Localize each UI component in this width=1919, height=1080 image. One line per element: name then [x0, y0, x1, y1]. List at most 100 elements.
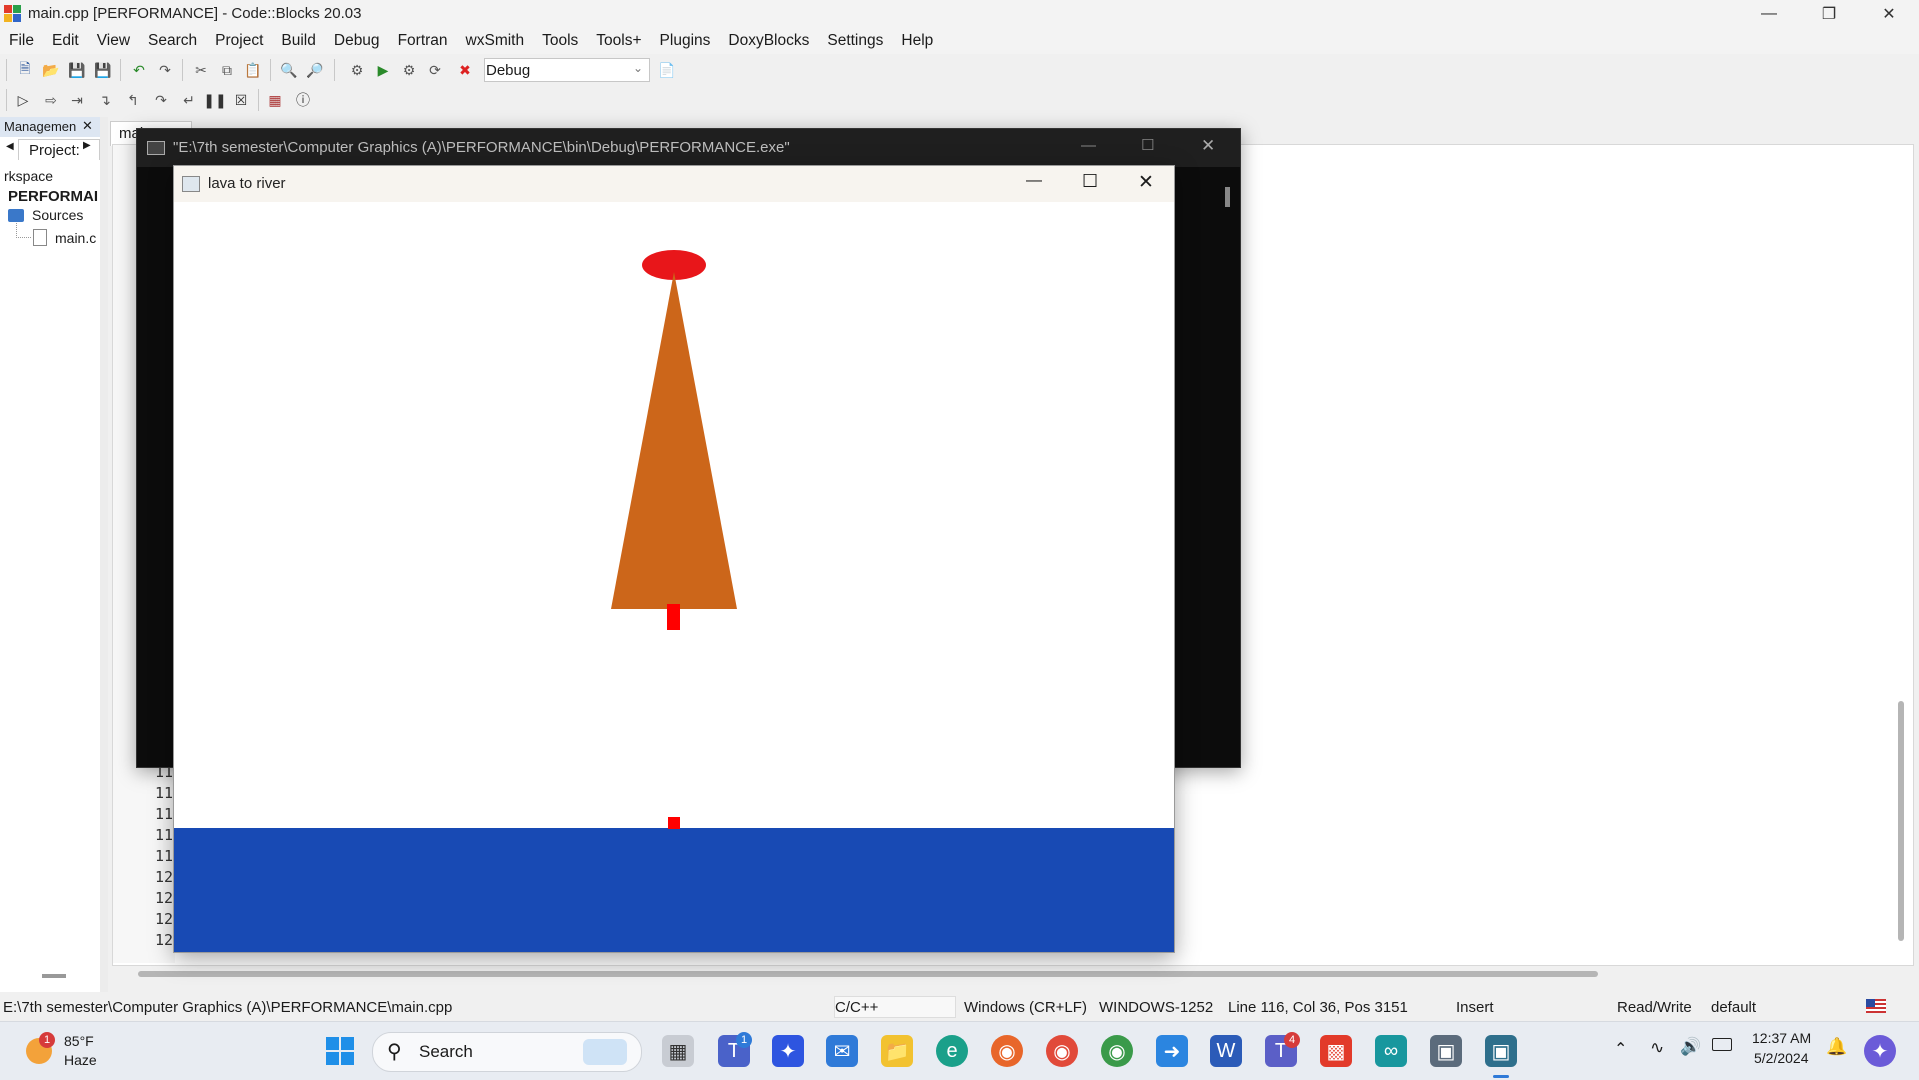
codeblocks-taskbar-icon[interactable]: ▩ — [1320, 1035, 1352, 1067]
graphics-title-bar: lava to river — ☐ ✕ — [174, 166, 1174, 202]
weather-widget[interactable]: 1 85°F Haze — [20, 1030, 110, 1072]
console-scrollbar-thumb[interactable] — [1225, 187, 1230, 207]
vertical-scrollbar-thumb[interactable] — [1898, 701, 1904, 941]
snip-app-icon[interactable]: ➜ — [1156, 1035, 1188, 1067]
build-and-run-icon[interactable]: ⚙ — [398, 59, 420, 81]
rebuild-icon[interactable]: ⟳ — [424, 59, 446, 81]
close-button[interactable]: ✕ — [1860, 0, 1918, 28]
menu-edit[interactable]: Edit — [43, 32, 88, 50]
redo-icon[interactable]: ↷ — [154, 59, 176, 81]
console-close-button[interactable]: ✕ — [1201, 136, 1215, 156]
file-explorer-icon[interactable]: 📁 — [881, 1035, 913, 1067]
save-all-icon[interactable]: 💾 — [92, 59, 114, 81]
console-app-icon[interactable]: ▣ — [1430, 1035, 1462, 1067]
build-target-select[interactable]: Debug ⌄ — [484, 58, 650, 82]
next-instruction-icon[interactable]: ↷ — [150, 89, 172, 111]
step-into-icon[interactable]: ↴ — [94, 89, 116, 111]
stop-debugger-icon[interactable]: ☒ — [230, 89, 252, 111]
menu-help[interactable]: Help — [892, 32, 942, 50]
pause-icon[interactable]: ❚❚ — [203, 89, 226, 111]
find-icon[interactable]: 🔍 — [278, 59, 300, 81]
replace-icon[interactable]: 🔎 — [304, 59, 326, 81]
workspace-node[interactable]: rkspace — [4, 168, 53, 184]
battery-icon[interactable] — [1712, 1038, 1732, 1051]
menu-file[interactable]: File — [0, 32, 43, 50]
active-app-indicator — [1493, 1075, 1509, 1078]
menu-wxsmith[interactable]: wxSmith — [457, 32, 534, 50]
graphics-minimize-button[interactable]: — — [1026, 172, 1042, 190]
debug-windows-icon[interactable]: ▦ — [264, 89, 286, 111]
show-select-target-icon[interactable]: 📄 — [656, 59, 678, 81]
graphics-maximize-button[interactable]: ☐ — [1082, 171, 1098, 192]
graphics-window[interactable]: lava to river — ☐ ✕ — [173, 165, 1175, 953]
menu-fortran[interactable]: Fortran — [389, 32, 457, 50]
menu-build[interactable]: Build — [272, 32, 324, 50]
tab-scroll-right-icon[interactable]: ▶ — [83, 140, 91, 151]
menu-debug[interactable]: Debug — [325, 32, 389, 50]
menu-tools[interactable]: Tools — [533, 32, 587, 50]
debug-continue-icon[interactable]: ▷ — [12, 89, 34, 111]
debug-info-icon[interactable]: ⓘ — [292, 89, 314, 111]
console-maximize-button[interactable]: ☐ — [1141, 136, 1154, 154]
run-to-cursor-icon[interactable]: ⇨ — [40, 89, 62, 111]
minimize-button[interactable]: — — [1740, 0, 1798, 28]
debug-toolbar: ▷ ⇨ ⇥ ↴ ↰ ↷ ↵ ❚❚ ☒ ▦ ⓘ — [0, 86, 320, 114]
menu-settings[interactable]: Settings — [818, 32, 892, 50]
tab-scroll-left-icon[interactable]: ◀ — [6, 141, 14, 152]
open-file-icon[interactable]: 📂 — [40, 59, 62, 81]
cut-icon[interactable]: ✂ — [190, 59, 212, 81]
taskbar: 1 85°F Haze ⚲ Search ▦ T 1 ✦ ✉ 📁 e ◉ ◉ ◉… — [0, 1021, 1919, 1080]
step-into-instruction-icon[interactable]: ↵ — [178, 89, 200, 111]
volume-icon[interactable]: 🔊 — [1680, 1037, 1701, 1057]
save-icon[interactable]: 💾 — [66, 59, 88, 81]
panel-scrollbar[interactable] — [42, 974, 66, 978]
paste-icon[interactable]: 📋 — [242, 59, 264, 81]
panel-splitter[interactable] — [100, 117, 108, 992]
notification-bell-icon[interactable]: 🔔 — [1826, 1037, 1847, 1057]
menu-view[interactable]: View — [88, 32, 139, 50]
menu-plugins[interactable]: Plugins — [651, 32, 720, 50]
menu-search[interactable]: Search — [139, 32, 206, 50]
line-number: 11 — [155, 826, 174, 844]
build-gear-icon[interactable]: ⚙ — [346, 59, 368, 81]
line-number: 12 — [155, 868, 174, 886]
show-hidden-icons-chevron-icon[interactable]: ⌃ — [1614, 1039, 1627, 1059]
menu-tools-plus[interactable]: Tools+ — [587, 32, 650, 50]
undo-icon[interactable]: ↶ — [128, 59, 150, 81]
mail-icon[interactable]: ✉ — [826, 1035, 858, 1067]
taskbar-search-box[interactable]: ⚲ Search — [372, 1032, 642, 1072]
task-view-icon[interactable]: ▦ — [662, 1035, 694, 1067]
restore-button[interactable]: ❐ — [1800, 0, 1858, 28]
menu-doxyblocks[interactable]: DoxyBlocks — [719, 32, 818, 50]
main-file-node[interactable]: main.c — [55, 230, 96, 246]
search-highlight-icon — [583, 1039, 627, 1065]
console-title-bar: "E:\7th semester\Computer Graphics (A)\P… — [137, 129, 1240, 167]
next-line-icon[interactable]: ⇥ — [66, 89, 88, 111]
graphics-app-taskbar-icon[interactable]: ▣ — [1485, 1035, 1517, 1067]
copy-icon[interactable]: ⧉ — [216, 59, 238, 81]
clock-date[interactable]: 5/2/2024 — [1754, 1050, 1809, 1066]
firefox-icon[interactable]: ◉ — [991, 1035, 1023, 1067]
clock-time[interactable]: 12:37 AM — [1752, 1030, 1811, 1046]
horizontal-scrollbar-thumb[interactable] — [138, 971, 1598, 977]
start-windows-icon[interactable] — [325, 1036, 355, 1066]
chrome-icon[interactable]: ◉ — [1046, 1035, 1078, 1067]
word-icon[interactable]: W — [1210, 1035, 1242, 1067]
wifi-icon[interactable]: ∿ — [1650, 1038, 1664, 1058]
copilot-icon[interactable]: ✦ — [1864, 1035, 1896, 1067]
new-file-icon[interactable]: 🗎 — [14, 59, 36, 81]
graphics-close-button[interactable]: ✕ — [1138, 171, 1154, 194]
close-icon[interactable]: ✕ — [82, 118, 93, 134]
arduino-icon[interactable]: ∞ — [1375, 1035, 1407, 1067]
step-out-icon[interactable]: ↰ — [122, 89, 144, 111]
tab-projects[interactable]: Project: ▶ — [18, 139, 100, 160]
run-icon[interactable]: ▶ — [372, 59, 394, 81]
sources-node[interactable]: Sources — [32, 207, 83, 223]
edge-browser-icon[interactable]: e — [936, 1035, 968, 1067]
abort-icon[interactable]: ✖ — [454, 59, 476, 81]
project-node[interactable]: PERFORMAI — [8, 188, 98, 205]
console-minimize-button[interactable]: — — [1081, 137, 1096, 154]
ai-app-icon[interactable]: ✦ — [772, 1035, 804, 1067]
chrome-profile-icon[interactable]: ◉ — [1101, 1035, 1133, 1067]
menu-project[interactable]: Project — [206, 32, 272, 50]
